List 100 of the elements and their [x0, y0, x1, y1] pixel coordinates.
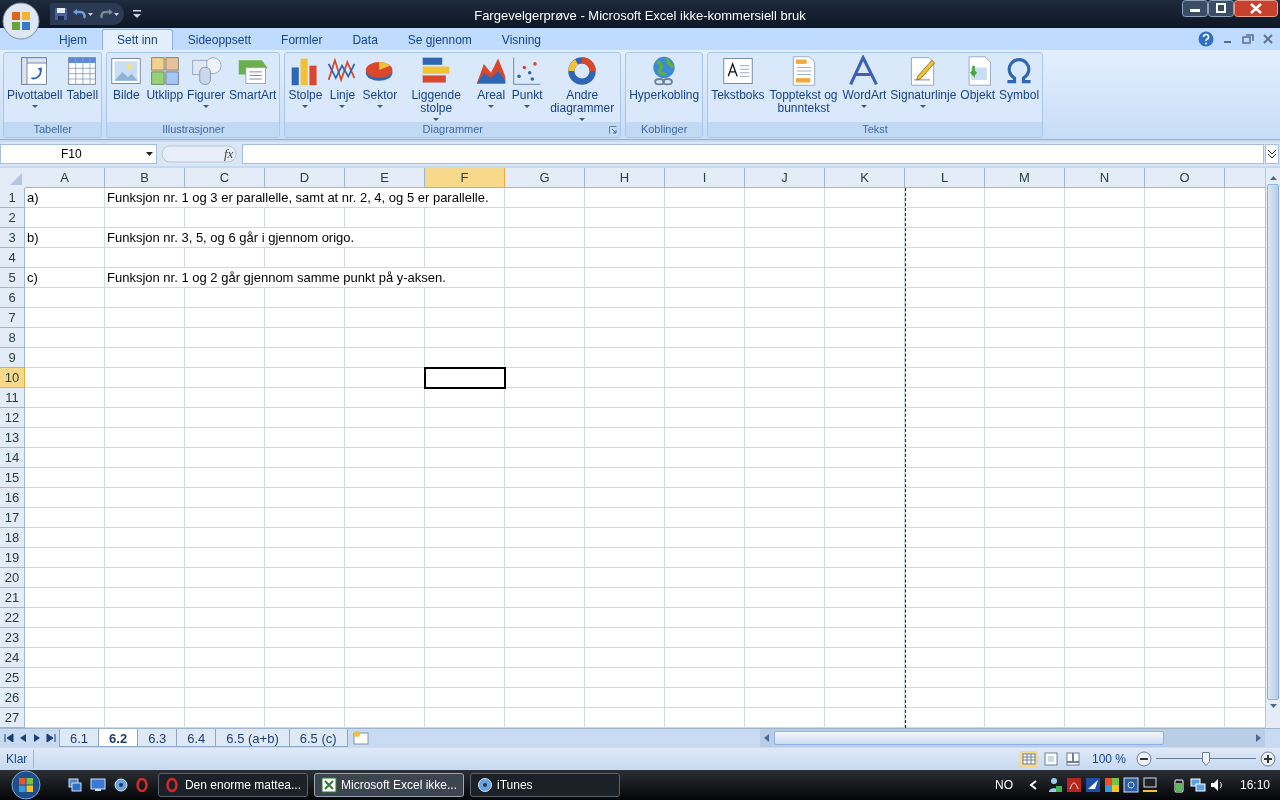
maximize-button[interactable]	[1208, 0, 1234, 17]
row-header[interactable]: 20	[0, 568, 25, 588]
sheet-tab[interactable]: 6.3	[137, 729, 178, 747]
column-header[interactable]: B	[105, 168, 185, 188]
column-header[interactable]: L	[905, 168, 985, 188]
zoom-out-button[interactable]	[1136, 751, 1152, 767]
row-header[interactable]: 26	[0, 688, 25, 708]
sheet-tab[interactable]: 6.2	[98, 729, 139, 747]
first-sheet-icon[interactable]	[4, 733, 14, 743]
ribbon-tab[interactable]: Formler	[266, 29, 338, 50]
ribbon-button[interactable]: Punkt	[510, 55, 545, 122]
row-header[interactable]: 8	[0, 328, 25, 348]
dialog-launcher-icon[interactable]	[609, 126, 618, 134]
column-header[interactable]: C	[185, 168, 265, 188]
ribbon-tab[interactable]: Visning	[486, 29, 556, 50]
ribbon-button[interactable]: Signaturlinje	[889, 55, 958, 122]
zoom-in-button[interactable]	[1260, 751, 1276, 767]
taskbar-button[interactable]: iTunes	[470, 773, 620, 797]
ribbon-button[interactable]: Hyperkobling	[628, 55, 701, 122]
network-icon[interactable]	[1189, 777, 1206, 793]
ribbon-button[interactable]: Objekt	[959, 55, 997, 122]
ribbon-tab[interactable]: Sideoppsett	[172, 29, 267, 50]
row-header[interactable]: 9	[0, 348, 25, 368]
column-header[interactable]: F	[425, 168, 505, 188]
row-header[interactable]: 1	[0, 188, 25, 208]
row-header[interactable]: 21	[0, 588, 25, 608]
language-indicator[interactable]: NO	[994, 776, 1013, 794]
column-header[interactable]: J	[745, 168, 825, 188]
previous-sheet-icon[interactable]	[18, 733, 28, 743]
ribbon-button[interactable]: Topptekst og bunntekst	[767, 55, 840, 122]
ribbon-button[interactable]: Linje	[325, 55, 360, 122]
row-header[interactable]: 16	[0, 488, 25, 508]
clock[interactable]: 16:10	[1239, 776, 1270, 794]
row-header[interactable]: 17	[0, 508, 25, 528]
row-header[interactable]: 7	[0, 308, 25, 328]
ribbon-button[interactable]: Tabell	[65, 55, 100, 122]
close-icon[interactable]	[1262, 33, 1274, 45]
sheet-tab[interactable]: 6.1	[59, 729, 100, 747]
next-sheet-icon[interactable]	[32, 733, 42, 743]
network-box-icon[interactable]	[1122, 777, 1139, 793]
page-break-preview-button[interactable]	[1063, 751, 1082, 767]
row-header[interactable]: 27	[0, 708, 25, 728]
row-header[interactable]: 23	[0, 628, 25, 648]
active-cell[interactable]	[424, 367, 506, 389]
column-header[interactable]: E	[345, 168, 425, 188]
ribbon-button[interactable]: Pivottabell	[6, 55, 64, 122]
ribbon-button[interactable]: Symbol	[998, 55, 1041, 122]
scroll-thumb[interactable]	[774, 731, 1164, 745]
music-disc-icon[interactable]	[114, 778, 128, 792]
ribbon-button[interactable]: Liggende stolpe	[400, 55, 473, 122]
name-box[interactable]: F10	[0, 144, 157, 164]
expand-icon[interactable]	[1265, 144, 1279, 164]
ribbon-button[interactable]: Figurer	[186, 55, 227, 122]
column-header[interactable]: N	[1065, 168, 1145, 188]
ring-icon[interactable]	[136, 778, 148, 792]
row-header[interactable]: 15	[0, 468, 25, 488]
ribbon-button[interactable]: SmartArt	[228, 55, 278, 122]
ribbon-button[interactable]: Stolpe	[287, 55, 324, 122]
column-header[interactable]: A	[25, 168, 105, 188]
function-button[interactable]: fx	[224, 144, 234, 164]
column-header[interactable]: K	[825, 168, 905, 188]
column-header[interactable]: G	[505, 168, 585, 188]
minimize-button[interactable]	[1182, 0, 1208, 17]
row-header[interactable]: 18	[0, 528, 25, 548]
row-header[interactable]: 25	[0, 668, 25, 688]
ribbon-tab[interactable]: Se gjennom	[392, 29, 487, 50]
row-header[interactable]: 4	[0, 248, 25, 268]
ribbon-button[interactable]: Areal	[474, 55, 509, 122]
save-icon[interactable]	[54, 7, 68, 21]
row-header[interactable]: 2	[0, 208, 25, 228]
zoom-slider-thumb[interactable]	[1202, 752, 1210, 766]
ribbon-tab[interactable]: Sett inn	[102, 29, 173, 50]
restore-icon[interactable]	[1242, 33, 1254, 45]
vertical-scrollbar[interactable]	[1265, 168, 1280, 728]
row-header[interactable]: 24	[0, 648, 25, 668]
row-header[interactable]: 14	[0, 448, 25, 468]
speaker-icon[interactable]	[1208, 777, 1225, 793]
column-header[interactable]: M	[985, 168, 1065, 188]
normal-view-button[interactable]	[1019, 751, 1038, 767]
row-header[interactable]: 6	[0, 288, 25, 308]
scroll-thumb[interactable]	[1267, 184, 1279, 700]
ribbon-tab[interactable]: Data	[337, 29, 393, 50]
ribbon-tab[interactable]: Hjem	[44, 29, 102, 50]
ribbon-button[interactable]: Bilde	[109, 55, 144, 122]
desktop-icon[interactable]	[90, 778, 106, 792]
column-header[interactable]: O	[1145, 168, 1225, 188]
column-header[interactable]: H	[585, 168, 665, 188]
row-header[interactable]: 5	[0, 268, 25, 288]
ribbon-button[interactable]: Utklipp	[145, 55, 185, 122]
show-hidden-icons-icon[interactable]	[1027, 779, 1038, 791]
row-header[interactable]: 13	[0, 428, 25, 448]
taskbar-button[interactable]: Den enorme mattea...	[158, 773, 308, 797]
sheet-tab[interactable]: 6.4	[176, 729, 217, 747]
row-header[interactable]: 19	[0, 548, 25, 568]
undo-icon[interactable]	[72, 7, 94, 21]
ribbon-button[interactable]: WordArt	[841, 55, 888, 122]
last-sheet-icon[interactable]	[46, 733, 56, 743]
horizontal-scrollbar[interactable]	[760, 729, 1265, 747]
row-header[interactable]: 12	[0, 408, 25, 428]
row-header[interactable]: 10	[0, 368, 25, 388]
